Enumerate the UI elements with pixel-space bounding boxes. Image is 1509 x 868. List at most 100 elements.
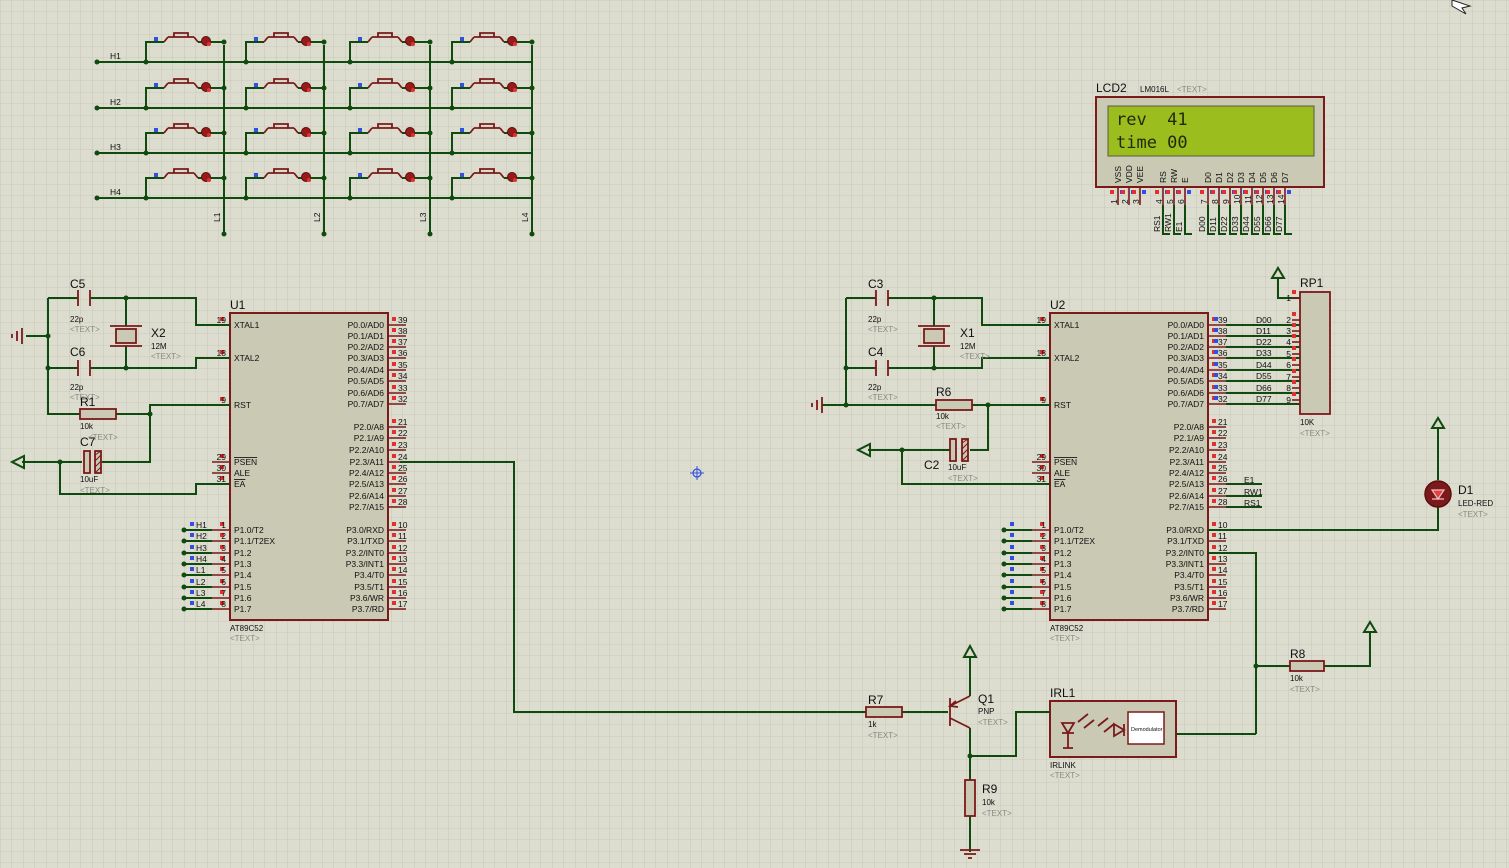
mcu-pin-number: 11 bbox=[1218, 531, 1227, 541]
mcu-pin-number: 5 bbox=[221, 565, 226, 575]
mcu-pin-name: P0.1/AD1 bbox=[348, 331, 385, 341]
keypad-row-terminal bbox=[94, 150, 100, 156]
mcu-pin-number: 16 bbox=[1218, 588, 1228, 598]
mcu-pin-number: 32 bbox=[1218, 394, 1228, 404]
r8-placeholder: <TEXT> bbox=[1290, 685, 1320, 694]
mcu-pin-name: P3.6/WR bbox=[1170, 593, 1204, 603]
schematic-sheet[interactable]: H1H2H3H4L1 L2 L3 L4 U1 AT89C52 <TEXT> 19 XTA… bbox=[0, 0, 1509, 868]
net-label: E1 bbox=[1174, 221, 1184, 232]
lcd-pin-name: VDD bbox=[1124, 165, 1134, 183]
mcu-pin-name: P0.2/AD2 bbox=[348, 342, 385, 352]
keypad-row-label: H3 bbox=[110, 142, 121, 152]
c5-ref: C5 bbox=[70, 277, 86, 291]
irl1-demodulator-label: Demodulator bbox=[1131, 727, 1163, 733]
mcu-pin-number: 31 bbox=[1037, 474, 1047, 484]
c5-value: 22p bbox=[70, 315, 84, 324]
mcu-pin-name: P0.0/AD0 bbox=[1168, 320, 1205, 330]
net-label: D33 bbox=[1256, 348, 1272, 358]
mcu-pin-number: 39 bbox=[398, 315, 408, 325]
lcd-pin-name: D4 bbox=[1247, 172, 1257, 183]
mcu-pin-number: 33 bbox=[1218, 383, 1228, 393]
mcu-pin-name: P0.1/AD1 bbox=[1168, 331, 1205, 341]
c4-placeholder: <TEXT> bbox=[868, 393, 898, 402]
mcu-pin-number: 9 bbox=[1041, 395, 1046, 405]
c2-ref: C2 bbox=[924, 458, 940, 472]
lcd-pin-name: D1 bbox=[1214, 172, 1224, 183]
q1-ref: Q1 bbox=[978, 692, 994, 706]
mcu-pin-name: ALE bbox=[234, 468, 250, 478]
lcd-pin-number: 4 bbox=[1154, 199, 1164, 204]
mcu-pin-name: P2.1/A9 bbox=[354, 433, 385, 443]
mcu-pin-name: PSEN bbox=[1054, 457, 1077, 467]
mcu-pin-name: P0.4/AD4 bbox=[1168, 365, 1205, 375]
mcu-pin-name: P1.0/T2 bbox=[1054, 525, 1084, 535]
mcu-pin-number: 36 bbox=[398, 348, 408, 358]
c5-placeholder: <TEXT> bbox=[70, 325, 100, 334]
mcu-pin-name: P2.2/A10 bbox=[349, 445, 384, 455]
mcu-pin-name: P1.0/T2 bbox=[234, 525, 264, 535]
keypad-col-label: L4 bbox=[520, 212, 530, 222]
r1-value: 10k bbox=[80, 422, 94, 431]
x1-ref: X1 bbox=[960, 326, 975, 340]
mcu-pin-name: P2.6/A14 bbox=[1169, 491, 1204, 501]
mcu-pin-number: 19 bbox=[1037, 315, 1047, 325]
mcu-pin-number: 22 bbox=[1218, 428, 1228, 438]
mcu-pin-number: 37 bbox=[398, 337, 408, 347]
lcd-pin-number: 7 bbox=[1199, 199, 1209, 204]
lcd-line-2: time 00 bbox=[1116, 133, 1188, 153]
keypad-col-label: L3 bbox=[418, 212, 428, 222]
mcu-pin-name: P3.4/T0 bbox=[1174, 570, 1204, 580]
mcu-pin-name: P2.7/A15 bbox=[349, 502, 384, 512]
rp1-body bbox=[1299, 291, 1331, 415]
mcu-pin-name: P3.5/T1 bbox=[354, 582, 384, 592]
mcu-pin-name: P0.7/AD7 bbox=[348, 399, 385, 409]
mcu-pin-name: P1.6 bbox=[234, 593, 252, 603]
lcd-pin-number: 13 bbox=[1265, 194, 1275, 204]
mcu-pin-name: P2.1/A9 bbox=[1174, 433, 1205, 443]
keypad-col-label: L1 bbox=[212, 212, 222, 222]
lcd-line-1: rev 41 bbox=[1116, 110, 1188, 130]
mcu-pin-number: 12 bbox=[1218, 543, 1228, 553]
mcu-pin-number: 17 bbox=[398, 599, 408, 609]
mcu-pin-name: P1.5 bbox=[234, 582, 252, 592]
u1-text-placeholder: <TEXT> bbox=[230, 634, 260, 643]
q1-value: PNP bbox=[978, 707, 994, 716]
mcu-pin-number: 2 bbox=[1041, 531, 1046, 541]
mcu-pin-name: P2.6/A14 bbox=[349, 491, 384, 501]
net-label: H3 bbox=[196, 543, 207, 553]
c4-value: 22p bbox=[868, 383, 882, 392]
r8-value: 10k bbox=[1290, 674, 1304, 683]
c7-placeholder: <TEXT> bbox=[80, 486, 110, 495]
mcu-pin-name: P0.5/AD5 bbox=[348, 376, 385, 386]
c7-ref: C7 bbox=[80, 435, 96, 449]
lcd-pin-name: RS bbox=[1158, 171, 1168, 183]
mcu-pin-number: 33 bbox=[398, 383, 408, 393]
mcu-pin-number: 27 bbox=[1218, 486, 1228, 496]
mcu-pin-number: 4 bbox=[1041, 554, 1046, 564]
mcu-pin-name: P3.1/TXD bbox=[1167, 536, 1204, 546]
u1-ref: U1 bbox=[230, 298, 246, 312]
lcd-part: LM016L bbox=[1140, 85, 1169, 94]
net-label: H4 bbox=[196, 554, 207, 564]
lcd-pin-number: 2 bbox=[1120, 199, 1130, 204]
mcu-pin-number: 24 bbox=[398, 452, 408, 462]
x2-ref: X2 bbox=[151, 326, 166, 340]
lcd-pin-name: D0 bbox=[1203, 172, 1213, 183]
r9-placeholder: <TEXT> bbox=[982, 809, 1012, 818]
u2-ref: U2 bbox=[1050, 298, 1066, 312]
mcu-pin-number: 6 bbox=[1041, 577, 1046, 587]
mcu-pin-number: 10 bbox=[398, 520, 408, 530]
mcu-pin-number: 3 bbox=[221, 543, 226, 553]
rp1-pin-number: 3 bbox=[1286, 326, 1291, 336]
lcd-pin-name: RW bbox=[1169, 169, 1179, 183]
mcu-pin-number: 31 bbox=[217, 474, 227, 484]
mcu-pin-name: P1.4 bbox=[234, 570, 252, 580]
mcu-pin-name: P1.2 bbox=[1054, 548, 1072, 558]
mcu-pin-number: 2 bbox=[221, 531, 226, 541]
lcd-ref: LCD2 bbox=[1096, 81, 1127, 95]
rp1-value: 10K bbox=[1300, 418, 1315, 427]
mcu-pin-name: P3.2/INT0 bbox=[1166, 548, 1205, 558]
rp1-placeholder: <TEXT> bbox=[1300, 429, 1330, 438]
lcd-pin-number: 5 bbox=[1165, 199, 1175, 204]
rp1-pin-number: 4 bbox=[1286, 337, 1291, 347]
